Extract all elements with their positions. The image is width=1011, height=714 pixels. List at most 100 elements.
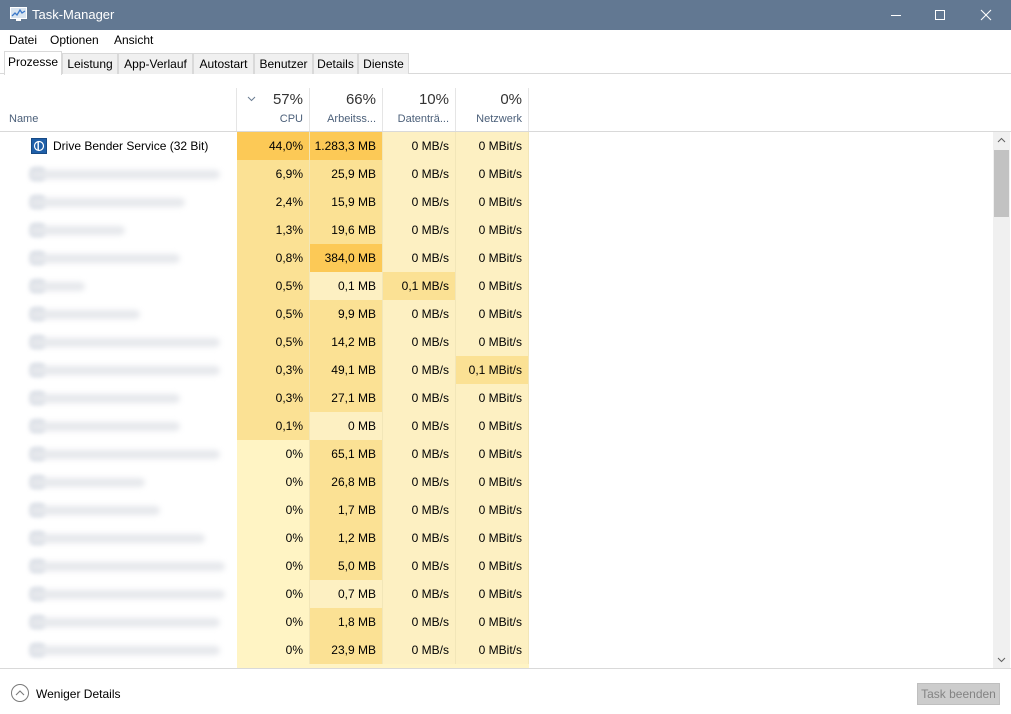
cpu-cell: 0,3%	[237, 384, 310, 412]
table-row[interactable]: 2,4% 15,9 MB 0 MB/s 0 MBit/s	[0, 188, 993, 216]
process-name-cell	[0, 608, 237, 636]
blurred-process-name	[30, 226, 125, 235]
cpu-cell: 0%	[237, 496, 310, 524]
table-row[interactable]: 6,9% 25,9 MB 0 MB/s 0 MBit/s	[0, 160, 993, 188]
disk-cell: 0 MB/s	[383, 300, 456, 328]
fewer-details-link[interactable]: Weniger Details	[36, 687, 120, 701]
table-row[interactable]: 0% 0,7 MB 0 MB/s 0 MBit/s	[0, 580, 993, 608]
table-row[interactable]: 0,3% 49,1 MB 0 MB/s 0,1 MBit/s	[0, 356, 993, 384]
tab-performance[interactable]: Leistung	[62, 53, 118, 74]
table-row[interactable]: 0% 5,0 MB 0 MB/s 0 MBit/s	[0, 552, 993, 580]
cpu-total: 57%	[272, 91, 303, 108]
network-label: Netzwerk	[476, 113, 522, 125]
net-cell: 0 MBit/s	[456, 552, 529, 580]
close-button[interactable]	[963, 0, 1009, 30]
table-row[interactable]: 0,5% 0,1 MB 0,1 MB/s 0 MBit/s	[0, 272, 993, 300]
cpu-cell: 0%	[237, 440, 310, 468]
process-name-cell: Drive Bender Service (32 Bit)	[0, 132, 237, 160]
process-name-cell	[0, 160, 237, 188]
cpu-label: CPU	[279, 113, 303, 125]
mem-cell: 25,9 MB	[310, 160, 383, 188]
process-name-cell	[0, 468, 237, 496]
net-cell: 0 MBit/s	[456, 384, 529, 412]
net-cell: 0 MBit/s	[456, 188, 529, 216]
table-row[interactable]: 0% 23,9 MB 0 MB/s 0 MBit/s	[0, 636, 993, 664]
table-row[interactable]: 0,3% 27,1 MB 0 MB/s 0 MBit/s	[0, 384, 993, 412]
mem-cell: 14,2 MB	[310, 328, 383, 356]
blurred-process-name	[30, 422, 180, 431]
chevron-down-icon	[247, 91, 256, 105]
column-disk[interactable]: 10% Datenträ...	[383, 88, 456, 131]
memory-label: Arbeitss...	[327, 113, 376, 125]
tab-users[interactable]: Benutzer	[254, 53, 313, 74]
minimize-icon	[891, 15, 901, 16]
table-row[interactable]: 1,3% 19,6 MB 0 MB/s 0 MBit/s	[0, 216, 993, 244]
menu-view[interactable]: Ansicht	[114, 33, 153, 47]
column-network[interactable]: 0% Netzwerk	[456, 88, 529, 131]
mem-cell: 0,1 MB	[310, 272, 383, 300]
table-row[interactable]: 0,5% 9,9 MB 0 MB/s 0 MBit/s	[0, 300, 993, 328]
table-row[interactable]: 0,1% 0 MB 0 MB/s 0 MBit/s	[0, 412, 993, 440]
table-row[interactable]: 0% 65,1 MB 0 MB/s 0 MBit/s	[0, 440, 993, 468]
mem-cell: 1.283,3 MB	[310, 132, 383, 160]
table-row[interactable]: 0% 1,2 MB 0 MB/s 0 MBit/s	[0, 524, 993, 552]
vertical-scrollbar[interactable]	[993, 132, 1010, 668]
disk-cell: 0 MB/s	[383, 188, 456, 216]
tab-startup[interactable]: Autostart	[193, 53, 254, 74]
mem-cell: 5,0 MB	[310, 552, 383, 580]
net-cell: 0 MBit/s	[456, 328, 529, 356]
table-row[interactable]: 0% 1,8 MB 0 MB/s 0 MBit/s	[0, 608, 993, 636]
cpu-cell: 0,1%	[237, 412, 310, 440]
process-name-cell	[0, 524, 237, 552]
net-cell: 0 MBit/s	[456, 636, 529, 664]
cpu-cell: 0%	[237, 608, 310, 636]
disk-total: 10%	[418, 91, 449, 108]
table-row[interactable]: Drive Bender Service (32 Bit) 44,0% 1.283,…	[0, 132, 993, 160]
chevron-up-circle-icon[interactable]	[10, 683, 30, 703]
menu-options[interactable]: Optionen	[50, 33, 99, 47]
cpu-cell: 44,0%	[237, 132, 310, 160]
table-row[interactable]: 0,5% 14,2 MB 0 MB/s 0 MBit/s	[0, 328, 993, 356]
process-name-cell	[0, 440, 237, 468]
end-task-button[interactable]: Task beenden	[917, 683, 1000, 705]
mem-cell: 384,0 MB	[310, 244, 383, 272]
cpu-cell: 0,5%	[237, 300, 310, 328]
column-cpu[interactable]: 57% CPU	[237, 88, 310, 131]
disk-cell: 0 MB/s	[383, 384, 456, 412]
table-row[interactable]: 0,8% 384,0 MB 0 MB/s 0 MBit/s	[0, 244, 993, 272]
tab-app-history[interactable]: App-Verlauf	[118, 53, 193, 74]
scroll-down-button[interactable]	[993, 651, 1010, 668]
table-row[interactable]: 0% 26,8 MB 0 MB/s 0 MBit/s	[0, 468, 993, 496]
menu-bar: Datei Optionen Ansicht	[0, 30, 1011, 50]
maximize-button[interactable]	[917, 0, 963, 30]
blurred-process-name	[30, 562, 225, 571]
disk-cell: 0 MB/s	[383, 552, 456, 580]
blurred-process-name	[30, 366, 220, 375]
task-manager-icon	[10, 7, 27, 22]
scroll-thumb[interactable]	[994, 150, 1009, 217]
disk-cell: 0 MB/s	[383, 244, 456, 272]
blurred-process-name	[30, 506, 160, 515]
scroll-up-button[interactable]	[993, 132, 1010, 149]
cpu-cell: 0,8%	[237, 244, 310, 272]
tab-processes[interactable]: Prozesse	[4, 51, 62, 75]
process-name-cell	[0, 216, 237, 244]
net-cell: 0 MBit/s	[456, 524, 529, 552]
mem-cell: 1,8 MB	[310, 608, 383, 636]
memory-total: 66%	[345, 91, 376, 108]
disk-cell: 0 MB/s	[383, 608, 456, 636]
column-name[interactable]: Name	[0, 88, 237, 131]
footer: Weniger Details Task beenden	[0, 668, 1011, 714]
window-title: Task-Manager	[32, 7, 115, 22]
process-name-cell	[0, 384, 237, 412]
tab-services[interactable]: Dienste	[358, 53, 409, 74]
menu-file[interactable]: Datei	[9, 33, 37, 47]
tab-details[interactable]: Details	[313, 53, 358, 74]
cpu-cell: 0%	[237, 468, 310, 496]
column-memory[interactable]: 66% Arbeitss...	[310, 88, 383, 131]
table-row[interactable]: 0% 1,7 MB 0 MB/s 0 MBit/s	[0, 496, 993, 524]
disk-cell: 0 MB/s	[383, 356, 456, 384]
drive-bender-icon	[31, 138, 47, 154]
minimize-button[interactable]	[873, 0, 919, 30]
disk-cell: 0 MB/s	[383, 468, 456, 496]
